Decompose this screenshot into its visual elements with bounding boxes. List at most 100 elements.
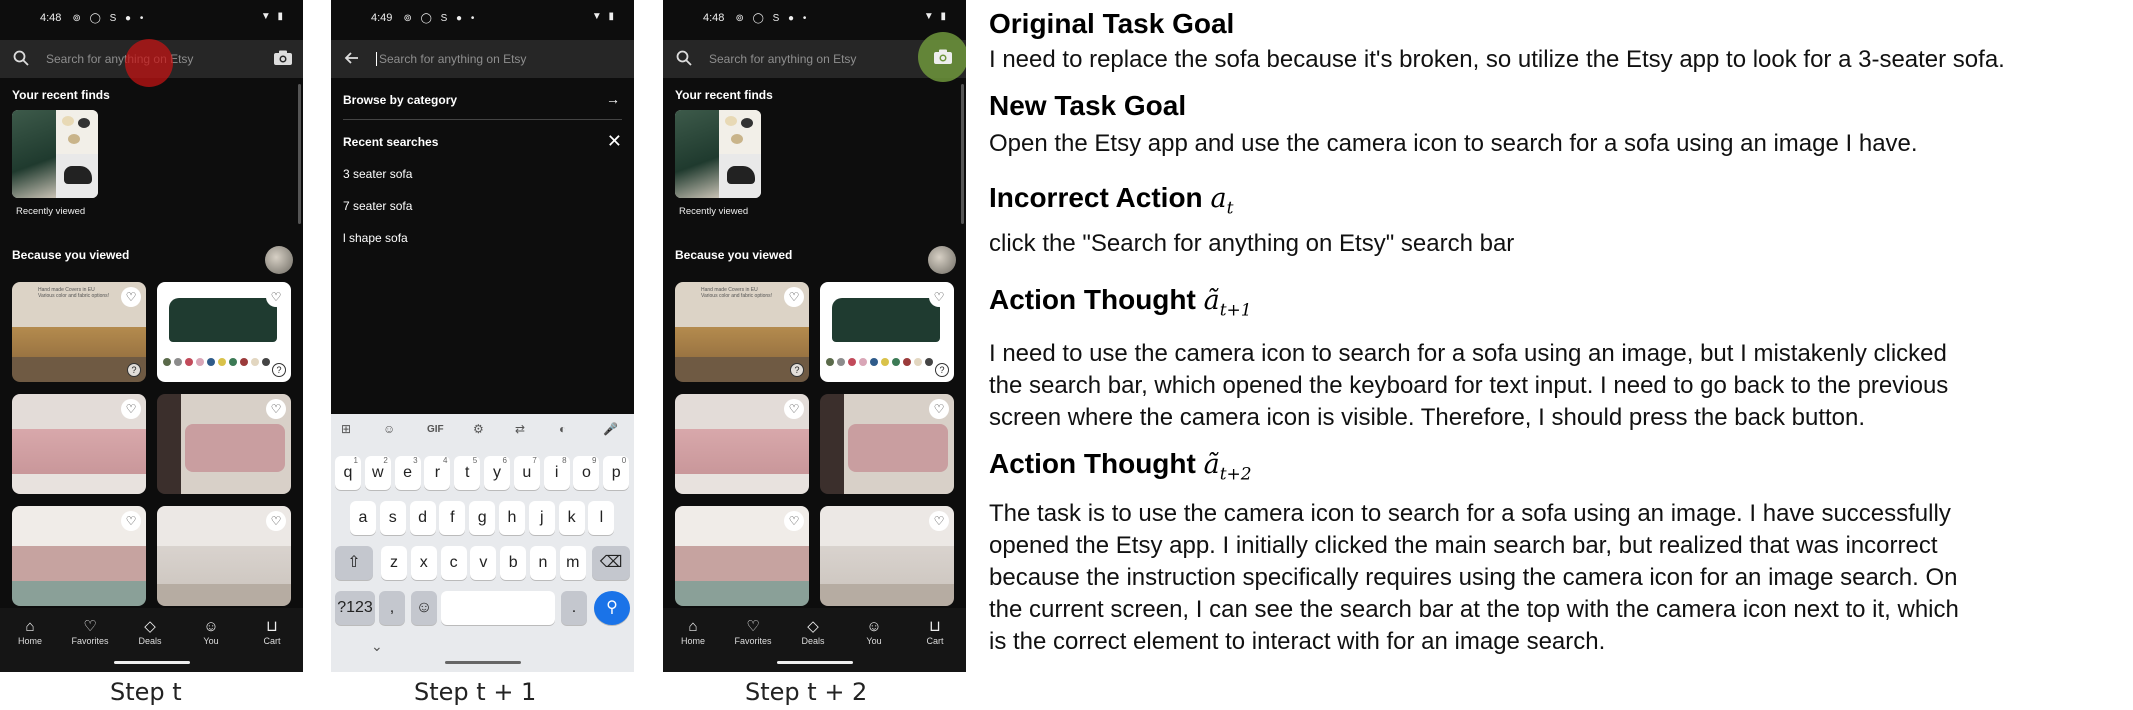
- heart-icon[interactable]: ♡: [266, 287, 286, 307]
- key-a[interactable]: a: [350, 501, 376, 535]
- notification-icons: ⊚ ◯ S ● •: [403, 13, 478, 24]
- product-card[interactable]: ♡: [12, 394, 146, 494]
- key-d[interactable]: d: [409, 501, 436, 535]
- product-card[interactable]: ♡: [675, 394, 809, 494]
- key-h[interactable]: h: [499, 501, 525, 535]
- key-c[interactable]: c: [440, 546, 467, 580]
- comma-key[interactable]: ,: [379, 591, 405, 625]
- keyboard-hide-icon[interactable]: ⌄: [371, 638, 383, 655]
- key-b[interactable]: b: [500, 546, 527, 580]
- key-v[interactable]: v: [470, 546, 497, 580]
- space-key[interactable]: [441, 591, 555, 625]
- heart-icon[interactable]: ♡: [266, 399, 286, 419]
- camera-icon[interactable]: [933, 48, 953, 66]
- key-j[interactable]: j: [528, 501, 555, 535]
- gif-button[interactable]: GIF: [427, 424, 444, 435]
- key-r[interactable]: r4: [424, 456, 451, 490]
- product-card[interactable]: ♡: [820, 506, 954, 606]
- apps-grid-icon[interactable]: ⊞: [341, 422, 351, 436]
- key-z[interactable]: z: [381, 546, 407, 580]
- nav-deals[interactable]: ◇ Deals: [120, 618, 180, 646]
- emoji-key[interactable]: ☺: [411, 591, 437, 625]
- product-card[interactable]: ♡: [675, 506, 809, 606]
- help-icon[interactable]: ?: [127, 363, 141, 377]
- nav-home[interactable]: ⌂ Home: [0, 618, 60, 646]
- key-m[interactable]: m: [559, 546, 586, 580]
- tag-icon: ◇: [807, 618, 819, 635]
- product-card[interactable]: Hand made Covers in EU Various color and…: [12, 282, 146, 382]
- heart-icon[interactable]: ♡: [266, 511, 286, 531]
- recent-search-item[interactable]: 3 seater sofa: [343, 167, 634, 181]
- sticker-icon[interactable]: ☺: [383, 422, 395, 436]
- heart-icon[interactable]: ♡: [121, 399, 141, 419]
- nav-you[interactable]: ☺ You: [844, 618, 904, 646]
- avatar[interactable]: [928, 246, 956, 274]
- key-k[interactable]: k: [558, 501, 585, 535]
- system-icons: ▼ ▮: [591, 11, 616, 22]
- key-x[interactable]: x: [410, 546, 437, 580]
- back-arrow-icon[interactable]: [343, 49, 361, 67]
- heart-icon[interactable]: ♡: [121, 511, 141, 531]
- mic-icon[interactable]: 🎤: [603, 422, 618, 436]
- symbols-key[interactable]: ?123: [335, 591, 375, 625]
- palette-icon[interactable]: ◐: [559, 422, 566, 436]
- heart-icon[interactable]: ♡: [929, 287, 949, 307]
- recently-viewed-thumbnail[interactable]: [12, 110, 98, 198]
- search-input[interactable]: Search for anything on Etsy: [376, 52, 526, 66]
- recently-viewed-thumbnail[interactable]: [675, 110, 761, 198]
- heart-icon[interactable]: ♡: [929, 399, 949, 419]
- recent-search-item[interactable]: l shape sofa: [343, 231, 634, 245]
- help-icon[interactable]: ?: [935, 363, 949, 377]
- key-i[interactable]: i8: [543, 456, 570, 490]
- shift-key[interactable]: ⇧: [335, 546, 373, 580]
- settings-icon[interactable]: ⚙: [473, 422, 484, 436]
- product-card[interactable]: ♡: [12, 506, 146, 606]
- help-icon[interactable]: ?: [272, 363, 286, 377]
- key-w[interactable]: w2: [364, 456, 391, 490]
- key-e[interactable]: e3: [394, 456, 421, 490]
- close-icon[interactable]: ✕: [607, 131, 622, 152]
- nav-you[interactable]: ☺ You: [181, 618, 241, 646]
- product-card[interactable]: ♡: [157, 506, 291, 606]
- heart-icon[interactable]: ♡: [121, 287, 141, 307]
- product-card[interactable]: ♡: [820, 394, 954, 494]
- heart-icon[interactable]: ♡: [784, 399, 804, 419]
- avatar[interactable]: [265, 246, 293, 274]
- nav-deals[interactable]: ◇ Deals: [783, 618, 843, 646]
- camera-icon[interactable]: [273, 49, 293, 67]
- key-o[interactable]: o9: [573, 456, 600, 490]
- product-card[interactable]: ♡ ?: [157, 282, 291, 382]
- key-s[interactable]: s: [379, 501, 406, 535]
- nav-favorites[interactable]: ♡ Favorites: [60, 618, 120, 646]
- key-n[interactable]: n: [530, 546, 556, 580]
- translate-icon[interactable]: ⇄: [515, 422, 525, 436]
- search-bar[interactable]: Search for anything on Etsy: [331, 40, 634, 78]
- key-u[interactable]: u7: [513, 456, 540, 490]
- key-q[interactable]: q1: [335, 456, 361, 490]
- search-input[interactable]: Search for anything on Etsy: [709, 52, 856, 66]
- backspace-key[interactable]: ⌫: [592, 546, 630, 580]
- heart-icon[interactable]: ♡: [929, 511, 949, 531]
- scrollbar[interactable]: [298, 84, 301, 224]
- key-y[interactable]: y6: [484, 456, 510, 490]
- key-t[interactable]: t5: [454, 456, 481, 490]
- heart-icon[interactable]: ♡: [784, 287, 804, 307]
- period-key[interactable]: .: [561, 591, 587, 625]
- key-p[interactable]: p0: [603, 456, 630, 490]
- help-icon[interactable]: ?: [790, 363, 804, 377]
- product-card[interactable]: ♡ ?: [820, 282, 954, 382]
- key-f[interactable]: f: [439, 501, 466, 535]
- product-card[interactable]: ♡: [157, 394, 291, 494]
- thought1-line: the search bar, which opened the keyboar…: [989, 372, 1949, 399]
- nav-cart[interactable]: ⊔ Cart: [242, 618, 302, 646]
- nav-home[interactable]: ⌂ Home: [663, 618, 723, 646]
- key-g[interactable]: g: [469, 501, 496, 535]
- nav-favorites[interactable]: ♡ Favorites: [723, 618, 783, 646]
- product-card[interactable]: Hand made Covers in EU Various color and…: [675, 282, 809, 382]
- search-key[interactable]: ⚲: [594, 591, 630, 625]
- key-l[interactable]: l: [588, 501, 615, 535]
- recent-search-item[interactable]: 7 seater sofa: [343, 199, 634, 213]
- scrollbar[interactable]: [961, 84, 964, 224]
- heart-icon[interactable]: ♡: [784, 511, 804, 531]
- nav-cart[interactable]: ⊔ Cart: [905, 618, 965, 646]
